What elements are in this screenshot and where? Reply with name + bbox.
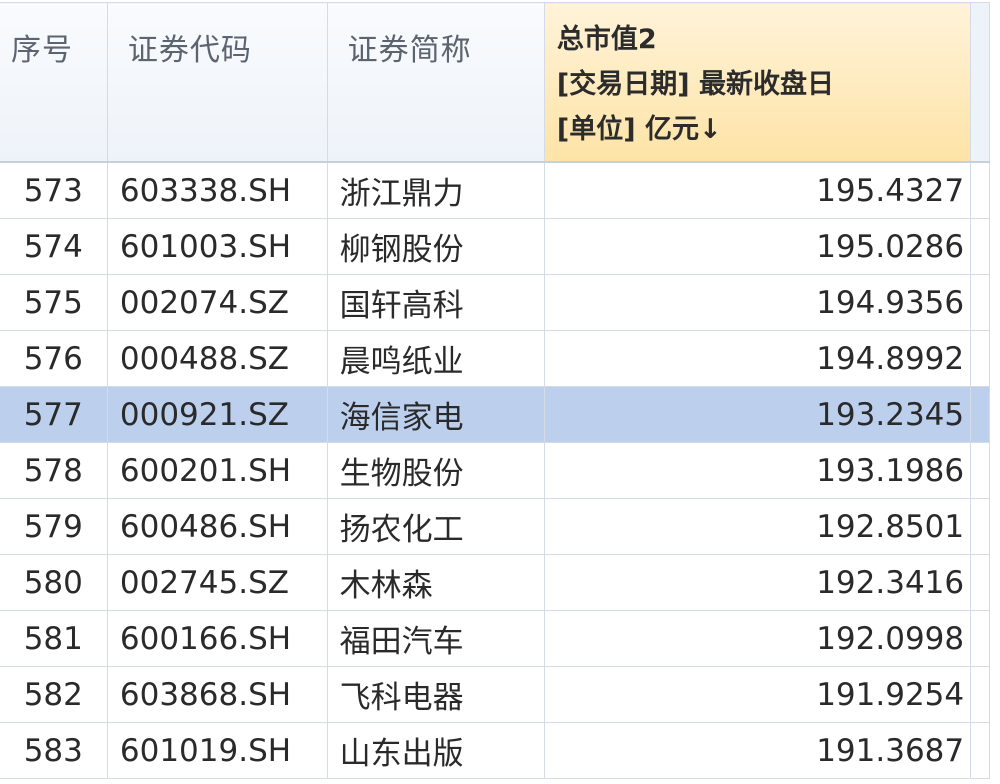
cell-security-name[interactable]: 海信家电 [326,386,545,443]
market-value-title: 总市值2 [556,24,657,55]
cell-security-name[interactable]: 国轩高科 [326,274,545,331]
stock-table: 序号 证券代码 证券简称 总市值2 [交易日期] 最新收盘日 [单位] 亿元↓ … [0,2,990,779]
table-row[interactable]: 579 600486.SH 扬农化工 192.8501 [0,498,990,555]
cell-security-name[interactable]: 木林森 [326,554,545,611]
cell-security-code[interactable]: 603868.SH [106,666,328,723]
cell-security-code[interactable]: 600486.SH [106,498,328,555]
cell-index[interactable]: 577 [0,386,108,443]
cell-market-value[interactable]: 191.3687 [543,722,972,779]
cell-index[interactable]: 578 [0,442,108,499]
table-header: 序号 证券代码 证券简称 总市值2 [交易日期] 最新收盘日 [单位] 亿元↓ [0,2,990,163]
table-row[interactable]: 581 600166.SH 福田汽车 192.0998 [0,610,990,667]
cell-security-name[interactable]: 晨鸣纸业 [326,330,545,387]
cell-next-column[interactable] [970,554,990,611]
cell-next-column[interactable] [970,161,990,219]
column-header-index[interactable]: 序号 [0,2,108,163]
cell-next-column[interactable] [970,610,990,667]
cell-security-name[interactable]: 山东出版 [326,722,545,779]
cell-security-code[interactable]: 000921.SZ [106,386,328,443]
cell-index[interactable]: 574 [0,218,108,275]
cell-index[interactable]: 581 [0,610,108,667]
cell-security-code[interactable]: 002074.SZ [106,274,328,331]
data-grid: 序号 证券代码 证券简称 总市值2 [交易日期] 最新收盘日 [单位] 亿元↓ … [0,0,1000,784]
cell-next-column[interactable] [970,442,990,499]
cell-security-name[interactable]: 生物股份 [326,442,545,499]
cell-security-code[interactable]: 601003.SH [106,218,328,275]
cell-index[interactable]: 580 [0,554,108,611]
cell-index[interactable]: 576 [0,330,108,387]
market-value-date-param: [交易日期] 最新收盘日 [556,69,834,100]
cell-market-value[interactable]: 192.8501 [543,498,972,555]
cell-security-code[interactable]: 002745.SZ [106,554,328,611]
table-row[interactable]: 577 000921.SZ 海信家电 193.2345 [0,386,990,443]
cell-market-value[interactable]: 194.8992 [543,330,972,387]
cell-security-name[interactable]: 福田汽车 [326,610,545,667]
cell-security-code[interactable]: 600166.SH [106,610,328,667]
cell-market-value[interactable]: 194.9356 [543,274,972,331]
cell-next-column[interactable] [970,330,990,387]
cell-security-code[interactable]: 000488.SZ [106,330,328,387]
cell-next-column[interactable] [970,274,990,331]
cell-security-name[interactable]: 扬农化工 [326,498,545,555]
cell-security-name[interactable]: 浙江鼎力 [326,161,545,219]
cell-market-value[interactable]: 192.3416 [543,554,972,611]
cell-market-value[interactable]: 193.2345 [543,386,972,443]
cell-security-code[interactable]: 603338.SH [106,161,328,219]
cell-security-name[interactable]: 飞科电器 [326,666,545,723]
cell-index[interactable]: 573 [0,161,108,219]
column-header-next[interactable] [970,2,990,163]
column-header-name-label: 证券简称 [347,33,472,68]
table-row[interactable]: 580 002745.SZ 木林森 192.3416 [0,554,990,611]
cell-security-code[interactable]: 601019.SH [106,722,328,779]
cell-next-column[interactable] [970,666,990,723]
cell-security-name[interactable]: 柳钢股份 [326,218,545,275]
column-header-code[interactable]: 证券代码 [106,2,328,163]
cell-next-column[interactable] [970,218,990,275]
table-row[interactable]: 575 002074.SZ 国轩高科 194.9356 [0,274,990,331]
table-row[interactable]: 583 601019.SH 山东出版 191.3687 [0,722,990,779]
cell-index[interactable]: 579 [0,498,108,555]
cell-market-value[interactable]: 193.1986 [543,442,972,499]
table-row[interactable]: 578 600201.SH 生物股份 193.1986 [0,442,990,499]
table-row[interactable]: 582 603868.SH 飞科电器 191.9254 [0,666,990,723]
table-body: 573 603338.SH 浙江鼎力 195.4327 574 601003.SH 柳钢股份… [0,161,990,779]
cell-next-column[interactable] [970,498,990,555]
market-value-unit-param: [单位] 亿元↓ [556,114,722,145]
cell-index[interactable]: 575 [0,274,108,331]
cell-next-column[interactable] [970,386,990,443]
cell-index[interactable]: 583 [0,722,108,779]
column-header-name[interactable]: 证券简称 [326,2,545,163]
cell-security-code[interactable]: 600201.SH [106,442,328,499]
table-row[interactable]: 574 601003.SH 柳钢股份 195.0286 [0,218,990,275]
table-row[interactable]: 573 603338.SH 浙江鼎力 195.4327 [0,161,990,219]
cell-index[interactable]: 582 [0,666,108,723]
column-header-code-label: 证券代码 [127,33,252,68]
cell-market-value[interactable]: 192.0998 [543,610,972,667]
cell-next-column[interactable] [970,722,990,779]
column-header-index-label: 序号 [11,33,73,68]
header-row: 序号 证券代码 证券简称 总市值2 [交易日期] 最新收盘日 [单位] 亿元↓ [0,2,990,163]
cell-market-value[interactable]: 191.9254 [543,666,972,723]
cell-market-value[interactable]: 195.4327 [543,161,972,219]
cell-market-value[interactable]: 195.0286 [543,218,972,275]
column-header-market-value[interactable]: 总市值2 [交易日期] 最新收盘日 [单位] 亿元↓ [543,2,972,163]
table-row[interactable]: 576 000488.SZ 晨鸣纸业 194.8992 [0,330,990,387]
